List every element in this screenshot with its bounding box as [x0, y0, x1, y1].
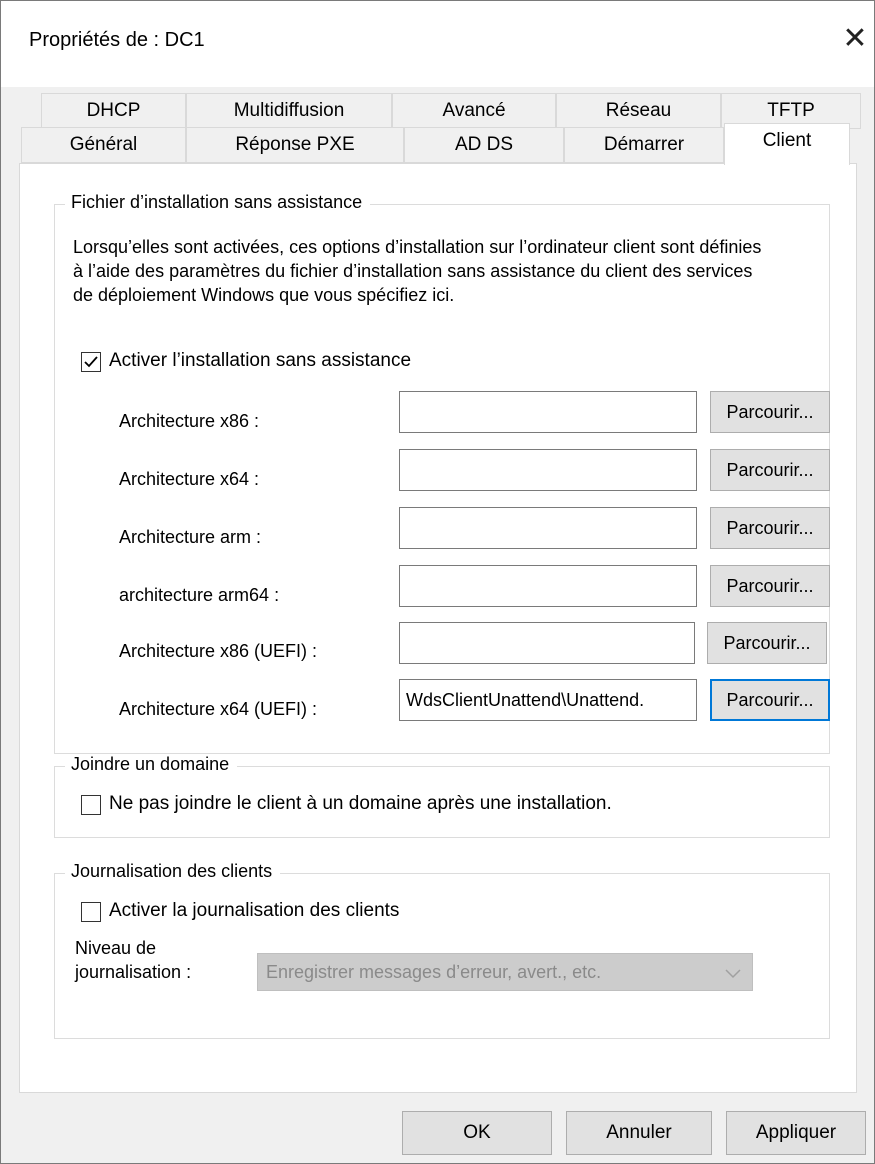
chevron-down-icon — [725, 969, 741, 979]
properties-dialog: Propriétés de : DC1 ✕ DHCP Multidiffusio… — [0, 0, 875, 1164]
no-domain-join-label: Ne pas joindre le client à un domaine ap… — [109, 793, 612, 814]
arch-x86-uefi-browse-button[interactable]: Parcourir... — [707, 622, 827, 664]
tab-client[interactable]: Client — [724, 123, 850, 165]
arch-x86-uefi-label: Architecture x86 (UEFI) : — [119, 641, 318, 661]
arch-x64-uefi-label: Architecture x64 (UEFI) : — [119, 699, 318, 719]
arch-x86-label: Architecture x86 : — [119, 411, 260, 431]
enable-unattend-label: Activer l’installation sans assistance — [109, 350, 412, 371]
arch-x64-field[interactable] — [399, 449, 697, 491]
arch-x86-browse-button[interactable]: Parcourir... — [710, 391, 830, 433]
logging-level-label-line1: Niveau de — [75, 938, 157, 958]
enable-unattend-checkbox[interactable] — [81, 352, 101, 372]
arch-arm64-browse-button[interactable]: Parcourir... — [710, 565, 830, 607]
arch-x64-browse-button[interactable]: Parcourir... — [710, 449, 830, 491]
unattend-description: Lorsqu’elles sont activées, ces options … — [73, 237, 762, 305]
unattend-group: Fichier d’installation sans assistance L… — [54, 192, 830, 754]
close-icon[interactable]: ✕ — [835, 19, 875, 59]
apply-button[interactable]: Appliquer — [726, 1111, 866, 1155]
logging-group: Journalisation des clients Activer la jo… — [54, 861, 830, 1039]
window-title: Propriétés de : DC1 — [29, 29, 205, 51]
ok-button[interactable]: OK — [402, 1111, 552, 1155]
arch-arm-field[interactable] — [399, 507, 697, 549]
enable-logging-checkbox[interactable] — [81, 902, 101, 922]
enable-logging-label: Activer la journalisation des clients — [109, 900, 400, 921]
arch-arm64-field[interactable] — [399, 565, 697, 607]
arch-x64-uefi-browse-button[interactable]: Parcourir... — [710, 679, 830, 721]
arch-x86-field[interactable] — [399, 391, 697, 433]
arch-arm-browse-button[interactable]: Parcourir... — [710, 507, 830, 549]
arch-arm64-label: architecture arm64 : — [119, 585, 280, 605]
tab-general[interactable]: Général — [21, 127, 186, 163]
unattend-group-legend: Fichier d’installation sans assistance — [65, 192, 371, 213]
no-domain-join-checkbox[interactable] — [81, 795, 101, 815]
arch-x86-uefi-field[interactable] — [399, 622, 695, 664]
domain-group-legend: Joindre un domaine — [65, 754, 238, 775]
arch-x64-label: Architecture x64 : — [119, 469, 260, 489]
arch-arm-label: Architecture arm : — [119, 527, 262, 547]
cancel-button[interactable]: Annuler — [566, 1111, 712, 1155]
logging-level-value: Enregistrer messages d’erreur, avert., e… — [266, 962, 602, 982]
title-bar: Propriétés de : DC1 ✕ — [1, 1, 874, 87]
tab-demarrer[interactable]: Démarrer — [564, 127, 724, 163]
logging-level-label-line2: journalisation : — [75, 962, 192, 982]
checkmark-icon — [84, 356, 98, 368]
tab-dhcp[interactable]: DHCP — [41, 93, 186, 129]
tab-ad-ds[interactable]: AD DS — [404, 127, 564, 163]
tab-avance[interactable]: Avancé — [392, 93, 556, 129]
tab-reseau[interactable]: Réseau — [556, 93, 721, 129]
tab-reponse-pxe[interactable]: Réponse PXE — [186, 127, 404, 163]
tab-multidiffusion[interactable]: Multidiffusion — [186, 93, 392, 129]
logging-group-legend: Journalisation des clients — [65, 861, 281, 882]
client-tab-panel: Fichier d’installation sans assistance L… — [19, 163, 857, 1093]
arch-x64-uefi-field[interactable]: WdsClientUnattend\Unattend. — [399, 679, 697, 721]
domain-group: Joindre un domaine Ne pas joindre le cli… — [54, 754, 830, 838]
logging-level-select: Enregistrer messages d’erreur, avert., e… — [257, 953, 753, 991]
